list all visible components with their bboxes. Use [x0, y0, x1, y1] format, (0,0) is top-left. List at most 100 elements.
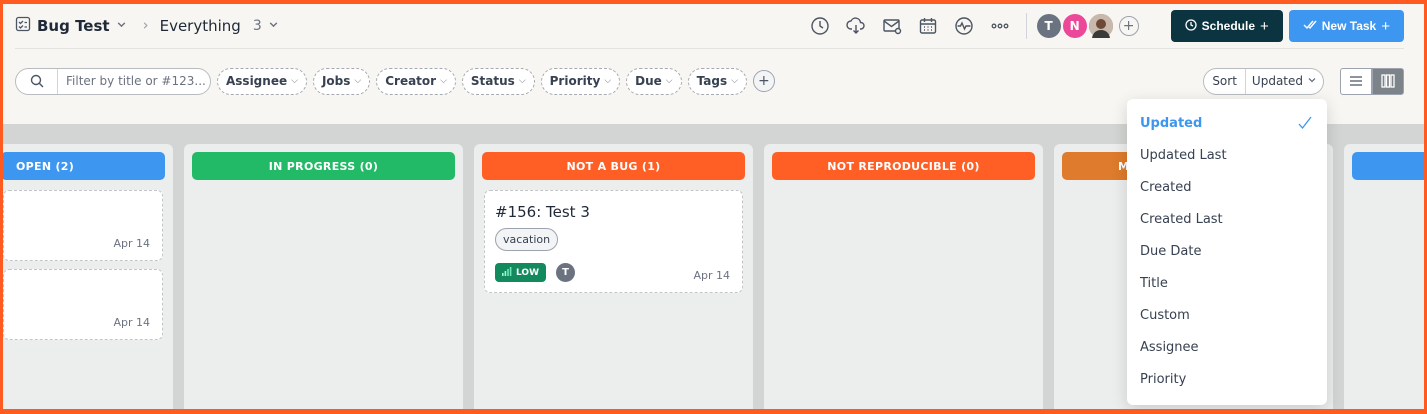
- top-bar: Bug Test Everything 3 T N + Schedule + N…: [15, 8, 1404, 44]
- column-open: OPEN (2) Apr 14 Apr 14: [3, 144, 173, 409]
- column-header[interactable]: NOT REPRODUCIBLE (0): [772, 152, 1035, 180]
- sort-option-custom[interactable]: Custom: [1127, 299, 1327, 331]
- new-task-label: New Task: [1321, 19, 1377, 33]
- chevron-down-icon: ⌵: [731, 76, 738, 86]
- header-actions: T N + Schedule + New Task +: [802, 10, 1404, 42]
- filter-jobs[interactable]: Jobs ⌵: [312, 67, 371, 95]
- chevron-down-icon: ⌵: [291, 76, 298, 86]
- plus-icon: +: [1381, 17, 1390, 35]
- filter-creator[interactable]: Creator ⌵: [376, 67, 456, 95]
- chevron-right-icon: [141, 19, 150, 34]
- sort-control[interactable]: Sort Updated: [1203, 67, 1324, 95]
- app-frame: Bug Test Everything 3 T N + Schedule + N…: [3, 4, 1424, 409]
- mail-icon[interactable]: [874, 10, 910, 42]
- add-filter-button[interactable]: +: [752, 70, 775, 92]
- assignee-avatar[interactable]: T: [556, 263, 575, 282]
- filter-label: Jobs: [321, 74, 351, 88]
- column-partial: [1344, 144, 1424, 409]
- column-not-reproducible: NOT REPRODUCIBLE (0): [764, 144, 1043, 409]
- calendar-icon[interactable]: [910, 10, 946, 42]
- board-view-button[interactable]: [1372, 67, 1404, 95]
- double-check-icon: [1303, 19, 1317, 34]
- filter-label: Tags: [696, 74, 728, 88]
- activity-icon[interactable]: [946, 10, 982, 42]
- chevron-down-icon: ⌵: [665, 76, 673, 86]
- new-task-button[interactable]: New Task +: [1288, 10, 1404, 42]
- column-not-a-bug: NOT A BUG (1) #156: Test 3 vacation LOW …: [474, 144, 753, 409]
- sort-value-text: Updated: [1251, 74, 1303, 88]
- filter-priority[interactable]: Priority ⌵: [540, 67, 621, 95]
- filter-label: Priority: [549, 74, 601, 88]
- filter-due[interactable]: Due ⌵: [626, 67, 682, 95]
- schedule-button[interactable]: Schedule +: [1170, 10, 1283, 42]
- filter-tags[interactable]: Tags ⌵: [687, 67, 747, 95]
- sort-option-created-last[interactable]: Created Last: [1127, 203, 1327, 235]
- sort-option-title[interactable]: Title: [1127, 267, 1327, 299]
- avatar-photo[interactable]: [1088, 14, 1113, 38]
- sort-option-updated[interactable]: Updated: [1127, 107, 1327, 139]
- task-card[interactable]: #156: Test 3 vacation LOW T Apr 14: [484, 190, 743, 293]
- filter-status[interactable]: Status ⌵: [461, 67, 535, 95]
- add-member-button[interactable]: +: [1118, 16, 1139, 36]
- clock-icon[interactable]: [802, 10, 838, 42]
- task-card[interactable]: Apr 14: [3, 190, 163, 261]
- view-toggle: [1340, 67, 1404, 95]
- search-icon: [16, 68, 58, 94]
- signal-bars-icon: [502, 266, 512, 279]
- board-breadcrumb[interactable]: Bug Test: [15, 16, 127, 36]
- column-header[interactable]: OPEN (2): [3, 152, 165, 180]
- clock-icon: [1184, 18, 1197, 34]
- search-input[interactable]: Filter by title or #123...: [15, 67, 211, 95]
- column-header[interactable]: [1352, 152, 1424, 180]
- card-date: Apr 14: [113, 316, 150, 329]
- card-date: Apr 14: [113, 237, 150, 250]
- header-divider-line: [15, 48, 1404, 49]
- filter-label: Status: [470, 74, 515, 88]
- card-tag[interactable]: vacation: [495, 228, 559, 251]
- card-title: #156: Test 3: [495, 203, 590, 221]
- sort-option-priority[interactable]: Priority: [1127, 363, 1327, 395]
- card-date: Apr 14: [693, 269, 730, 282]
- filter-label: Creator: [385, 74, 437, 88]
- schedule-label: Schedule: [1201, 19, 1255, 33]
- avatar[interactable]: T: [1036, 14, 1061, 38]
- filter-bar: Filter by title or #123... Assignee ⌵ Job…: [15, 67, 1404, 95]
- member-avatars: T N +: [1036, 14, 1139, 38]
- plus-icon: +: [1260, 17, 1269, 35]
- chevron-down-icon: [116, 19, 127, 33]
- chevron-down-icon: ⌵: [604, 76, 612, 86]
- check-icon: [1297, 115, 1313, 135]
- sort-option-assignee[interactable]: Assignee: [1127, 331, 1327, 363]
- chevron-down-icon: ⌵: [354, 76, 362, 86]
- chevron-down-icon: [1307, 74, 1317, 88]
- filter-assignee[interactable]: Assignee ⌵: [217, 67, 307, 95]
- cloud-download-icon[interactable]: [838, 10, 874, 42]
- avatar[interactable]: N: [1062, 14, 1087, 38]
- filter-label: Assignee: [226, 74, 288, 88]
- sort-dropdown: Updated Updated Last Created Created Las…: [1127, 99, 1327, 405]
- priority-badge[interactable]: LOW: [495, 263, 546, 282]
- view-count: 3: [252, 18, 262, 34]
- sort-option-due-date[interactable]: Due Date: [1127, 235, 1327, 267]
- chevron-down-icon: [268, 19, 279, 33]
- sort-value[interactable]: Updated: [1246, 74, 1323, 88]
- chevron-down-icon: ⌵: [518, 76, 526, 86]
- column-header[interactable]: NOT A BUG (1): [482, 152, 745, 180]
- chevron-down-icon: ⌵: [440, 76, 447, 86]
- priority-label: LOW: [516, 267, 539, 278]
- view-selector[interactable]: Everything 3: [160, 17, 279, 35]
- board-title: Bug Test: [37, 17, 110, 35]
- sort-option-created[interactable]: Created: [1127, 171, 1327, 203]
- sort-label: Sort: [1204, 68, 1246, 94]
- header-divider: [1025, 13, 1027, 39]
- sort-option-updated-last[interactable]: Updated Last: [1127, 139, 1327, 171]
- column-in-progress: IN PROGRESS (0): [184, 144, 463, 409]
- filter-label: Due: [635, 74, 662, 88]
- checklist-icon: [15, 16, 31, 36]
- sort-option-label: Updated: [1140, 115, 1203, 131]
- search-placeholder: Filter by title or #123...: [66, 74, 206, 88]
- list-view-button[interactable]: [1340, 67, 1372, 95]
- column-header[interactable]: IN PROGRESS (0): [192, 152, 455, 180]
- task-card[interactable]: Apr 14: [3, 269, 163, 340]
- more-icon[interactable]: [982, 10, 1018, 42]
